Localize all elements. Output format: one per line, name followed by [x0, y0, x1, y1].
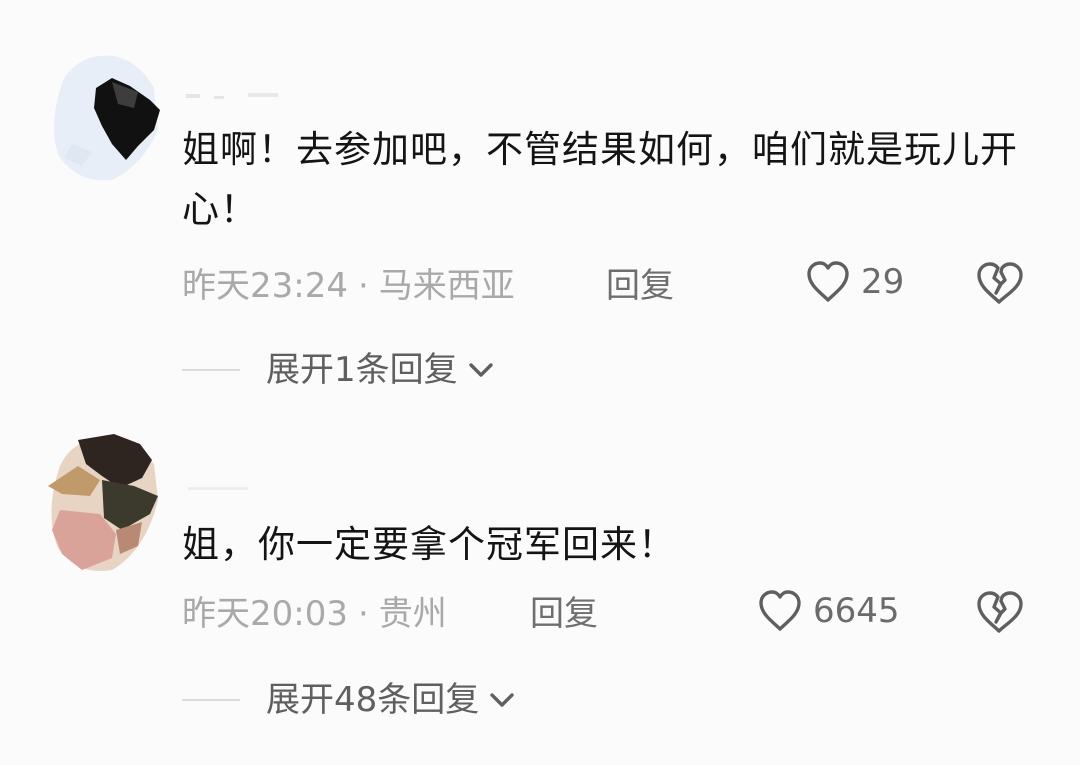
username-blurred[interactable]: [186, 88, 286, 100]
expand-replies-button[interactable]: 展开1条回复: [182, 350, 496, 390]
comment-location: 马来西亚: [378, 266, 515, 306]
avatar[interactable]: [42, 48, 164, 188]
comment-meta: 昨天20:03 · 贵州: [182, 594, 447, 634]
expand-replies-label: 展开48条回复: [266, 680, 480, 720]
heart-outline-icon: [759, 590, 801, 631]
avatar[interactable]: [42, 430, 164, 572]
expand-replies-label: 展开1条回复: [266, 350, 458, 390]
chevron-down-icon: [490, 693, 514, 707]
reply-button[interactable]: 回复: [606, 266, 674, 306]
comment-meta: 昨天23:24 · 马来西亚: [182, 266, 515, 306]
like-button[interactable]: 29: [805, 260, 904, 304]
comment-time: 昨天23:24: [182, 266, 348, 306]
meta-separator: ·: [357, 266, 369, 306]
like-count: 6645: [813, 591, 900, 631]
expand-replies-button[interactable]: 展开48条回复: [182, 680, 517, 720]
comment-text: 姐啊！去参加吧，不管结果如何，咱们就是玩儿开心！: [182, 128, 1018, 231]
comment-text: 姐，你一定要拿个冠军回来！: [182, 523, 676, 566]
chevron-down-icon: [468, 363, 493, 377]
avatar-image: [53, 55, 160, 181]
username-blurred[interactable]: [186, 480, 286, 492]
divider: [182, 369, 240, 371]
reply-button[interactable]: 回复: [530, 594, 598, 634]
heart-outline-icon: [807, 261, 849, 302]
blurred-name-icon: [186, 93, 278, 99]
comment-time: 昨天20:03: [182, 594, 348, 634]
dislike-button[interactable]: [975, 260, 1023, 306]
blurred-name-icon: [188, 487, 248, 490]
meta-separator: ·: [357, 594, 369, 634]
comment-location: 贵州: [378, 594, 447, 634]
like-count: 29: [861, 262, 905, 302]
divider: [182, 699, 240, 701]
like-button[interactable]: 6645: [757, 589, 900, 633]
dislike-button[interactable]: [975, 589, 1023, 635]
broken-heart-icon: [977, 262, 1023, 304]
broken-heart-icon: [977, 591, 1023, 633]
avatar-image: [48, 434, 158, 572]
